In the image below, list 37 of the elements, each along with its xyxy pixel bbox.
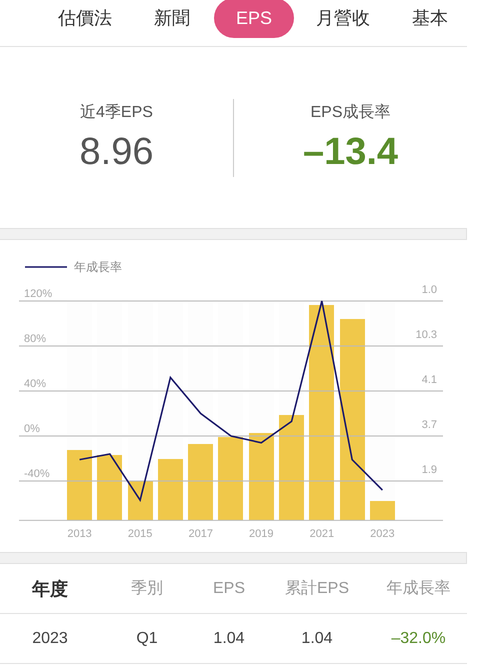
axis-label: 10.3	[416, 329, 437, 341]
stat-value: –13.4	[302, 130, 398, 174]
tab[interactable]: EPS	[214, 0, 294, 38]
axis-label: 3.7	[422, 419, 437, 432]
axis-label: 2023	[370, 528, 395, 540]
axis-label: -40%	[24, 468, 50, 480]
axis-label: 1.0	[422, 284, 437, 296]
axis-label: 2015	[128, 528, 152, 540]
axis-label: 0%	[24, 423, 40, 436]
axis-label: 1.9	[422, 464, 437, 476]
column-header: EPS	[212, 580, 246, 598]
axis-label: 4.1	[422, 374, 437, 386]
legend-label: 年成長率	[74, 260, 122, 274]
axis-label: 2021	[310, 528, 334, 540]
tab[interactable]: 月營收	[304, 0, 382, 38]
axis-label: 120%	[24, 288, 52, 300]
tab[interactable]: 基本	[400, 0, 460, 38]
stat-label: 近4季EPS	[80, 102, 153, 122]
axis-label: 2013	[67, 528, 92, 540]
table-cell-text: 1.04	[300, 630, 334, 648]
axis-label: 80%	[24, 333, 46, 345]
tab[interactable]: 估價法	[46, 0, 124, 38]
table-cell-text: Q1	[135, 630, 159, 648]
column-header: 季別	[130, 578, 164, 599]
legend-line-icon	[25, 266, 67, 268]
table-cell-text: –32.0%	[390, 630, 447, 648]
axis-label: 40%	[24, 378, 46, 390]
axis-label: 2017	[188, 528, 213, 540]
column-header: 累計EPS	[284, 578, 350, 599]
table-cell-text: 1.04	[212, 630, 246, 648]
column-header: 年成長率	[386, 578, 452, 599]
axis-label: 2019	[249, 528, 274, 540]
tab[interactable]: 新聞	[142, 0, 202, 38]
table-cell-text: 2023	[31, 630, 69, 648]
stat-value: 8.96	[80, 130, 154, 174]
column-header: 年度	[30, 578, 69, 600]
stat-label: EPS成長率	[310, 102, 390, 122]
